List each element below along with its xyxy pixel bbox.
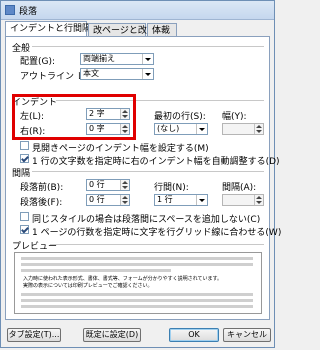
outline-level-select[interactable]: 本文 xyxy=(80,68,154,80)
preview-next-paragraph-line xyxy=(21,293,253,296)
spin-arrows-icon[interactable] xyxy=(254,195,263,205)
snap-to-grid-label: 1 ページの行数を指定時に文字を行グリッド線に合わせる(W) xyxy=(32,228,282,238)
tab-line-page-breaks[interactable]: 改ページと改行 xyxy=(88,23,156,37)
first-line-value: (なし) xyxy=(157,124,180,133)
auto-adjust-label: 1 行の文字数を指定時に右のインデント幅を自動調整する(D) xyxy=(32,157,280,167)
spin-arrows-icon[interactable] xyxy=(120,109,129,119)
preview-next-paragraph-line xyxy=(21,305,253,308)
preview-next-paragraph-line xyxy=(21,299,253,302)
spacing-after-spinner[interactable]: 0 行 xyxy=(86,194,130,206)
no-space-same-style-checkbox[interactable] xyxy=(20,212,29,221)
snap-to-grid-checkbox[interactable] xyxy=(20,225,29,234)
indent-left-value: 2 字 xyxy=(89,109,105,118)
preview-prev-paragraph-line xyxy=(21,269,171,272)
chevron-down-icon xyxy=(196,124,207,134)
general-header: 全般 xyxy=(12,44,31,54)
preview-prev-paragraph-line xyxy=(21,263,253,266)
indent-left-label: 左(L): xyxy=(20,112,45,122)
spacing-after-value: 0 行 xyxy=(89,195,105,204)
dialog-title: 段落 xyxy=(19,7,38,17)
spin-arrows-icon[interactable] xyxy=(120,180,129,190)
mirror-indents-checkbox[interactable] xyxy=(20,141,29,150)
divider xyxy=(32,46,264,47)
tab-panel: 全般 配置(G): 両端揃え アウトライン レベル(O): 本文 インデント 左… xyxy=(5,36,281,320)
indent-right-label: 右(R): xyxy=(20,127,46,137)
mirror-indents-label: 見開きページのインデント幅を設定する(M) xyxy=(32,144,209,154)
title-bar: 段落 xyxy=(1,1,274,20)
preview-pane: 入力時に使われた表示形式、書体、書式等、フォームが分かりやすく説明されています。… xyxy=(14,252,262,314)
indent-right-value: 0 字 xyxy=(89,124,105,133)
indent-right-spinner[interactable]: 0 字 xyxy=(86,123,130,135)
divider xyxy=(32,171,264,172)
no-space-same-style-label: 同じスタイルの場合は段落間にスペースを追加しない(C) xyxy=(32,215,261,225)
paragraph-dialog: 段落 インデントと行間隔 改ページと改行 体裁 全般 配置(G): 両端揃え ア… xyxy=(0,0,281,348)
first-line-label: 最初の行(S): xyxy=(154,112,206,122)
auto-adjust-checkbox[interactable] xyxy=(20,154,29,163)
preview-prev-paragraph-line xyxy=(21,257,253,260)
ok-button[interactable]: OK xyxy=(169,328,219,342)
at-spinner[interactable] xyxy=(222,194,264,206)
outline-level-value: 本文 xyxy=(83,69,99,78)
preview-header: プレビュー xyxy=(12,242,58,252)
tab-indents-spacing[interactable]: インデントと行間隔 xyxy=(5,21,91,37)
spacing-header: 間隔 xyxy=(12,169,31,179)
divider xyxy=(50,244,264,245)
preview-sample-text: 入力時に使われた表示形式、書体、書式等、フォームが分かりやすく説明されています。 xyxy=(23,276,222,282)
line-spacing-label: 行間(N): xyxy=(154,183,189,193)
alignment-select[interactable]: 両端揃え xyxy=(80,53,154,65)
at-label: 間隔(A): xyxy=(222,183,257,193)
chevron-down-icon xyxy=(142,69,153,79)
chevron-down-icon xyxy=(142,54,153,64)
spin-arrows-icon[interactable] xyxy=(120,195,129,205)
first-line-select[interactable]: (なし) xyxy=(154,123,208,135)
line-spacing-value: 1 行 xyxy=(157,195,173,204)
spin-arrows-icon[interactable] xyxy=(120,124,129,134)
line-spacing-select[interactable]: 1 行 xyxy=(154,194,208,206)
word-icon xyxy=(5,5,15,15)
tab-asian-typography[interactable]: 体裁 xyxy=(147,23,177,37)
tabs-button[interactable]: タブ設定(T)... xyxy=(7,328,61,342)
by-spinner[interactable] xyxy=(222,123,264,135)
spacing-before-label: 段落前(B): xyxy=(20,183,64,193)
set-as-default-button[interactable]: 既定に設定(D) xyxy=(83,328,141,342)
alignment-value: 両端揃え xyxy=(83,54,115,63)
by-label: 幅(Y): xyxy=(222,112,247,122)
spacing-before-value: 0 行 xyxy=(89,180,105,189)
spin-arrows-icon[interactable] xyxy=(254,124,263,134)
alignment-label: 配置(G): xyxy=(20,57,56,67)
indent-left-spinner[interactable]: 2 字 xyxy=(86,108,130,120)
spacing-after-label: 段落後(F): xyxy=(20,198,63,208)
spacing-before-spinner[interactable]: 0 行 xyxy=(86,179,130,191)
chevron-down-icon xyxy=(196,195,207,205)
cancel-button[interactable]: キャンセル xyxy=(223,328,271,342)
preview-sample-text: 実際の表示については印刷プレビューでご確認ください。 xyxy=(23,283,153,289)
